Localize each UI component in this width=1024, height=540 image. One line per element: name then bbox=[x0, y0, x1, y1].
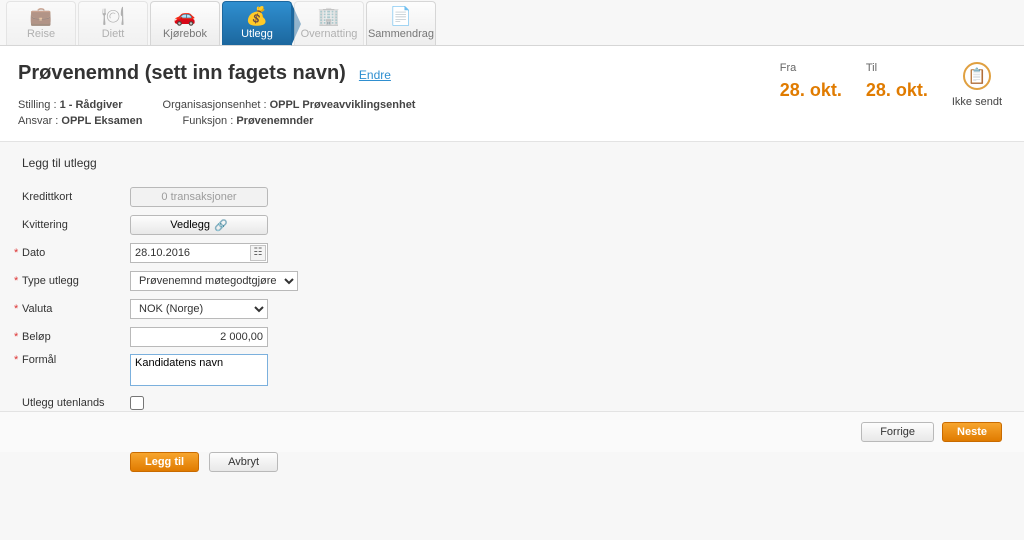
date-input[interactable] bbox=[130, 243, 268, 263]
car-icon: 🚗 bbox=[151, 6, 219, 26]
transactions-button[interactable]: 0 transaksjoner bbox=[130, 187, 268, 207]
date-to: Til 28. okt. bbox=[866, 62, 928, 101]
abroad-checkbox[interactable] bbox=[130, 396, 144, 410]
header: Prøvenemnd (sett inn fagets navn) Endre … bbox=[0, 46, 1024, 142]
meal-icon: 🍽 bbox=[79, 6, 147, 26]
cancel-button[interactable]: Avbryt bbox=[209, 452, 278, 472]
date-to-value: 28. okt. bbox=[866, 80, 928, 101]
formal-label: Formål bbox=[22, 354, 130, 366]
page-title: Prøvenemnd (sett inn fagets navn) bbox=[18, 62, 346, 85]
utenlands-label: Utlegg utenlands bbox=[22, 397, 130, 409]
kredittkort-label: Kredittkort bbox=[22, 191, 130, 203]
tab-reise[interactable]: 💼 Reise bbox=[6, 1, 76, 45]
date-from-label: Fra bbox=[780, 62, 842, 74]
footer: Forrige Neste bbox=[0, 411, 1024, 452]
suitcase-icon: 💼 bbox=[7, 6, 75, 26]
org-value: OPPL Prøveavviklingsenhet bbox=[270, 99, 416, 111]
tab-utlegg[interactable]: 💰 Utlegg bbox=[222, 1, 292, 45]
tab-overnatting[interactable]: 🏢 Overnatting bbox=[294, 1, 364, 45]
type-label: Type utlegg bbox=[22, 275, 130, 287]
belop-label: Beløp bbox=[22, 331, 130, 343]
tab-label: Reise bbox=[7, 28, 75, 40]
valuta-label: Valuta bbox=[22, 303, 130, 315]
funksjon-value: Prøvenemnder bbox=[236, 115, 313, 127]
type-select[interactable]: Prøvenemnd møtegodtgjørelse bbox=[130, 271, 298, 291]
amount-input[interactable] bbox=[130, 327, 268, 347]
date-from-value: 28. okt. bbox=[780, 80, 842, 101]
currency-select[interactable]: NOK (Norge) bbox=[130, 299, 268, 319]
meta-block: Stilling : 1 - Rådgiver Organisasjonsenh… bbox=[18, 99, 415, 127]
status-text: Ikke sendt bbox=[952, 96, 1002, 108]
calendar-icon[interactable]: ☷ bbox=[250, 245, 266, 261]
tab-label: Diett bbox=[79, 28, 147, 40]
edit-link[interactable]: Endre bbox=[359, 68, 391, 82]
section-title: Legg til utlegg bbox=[22, 156, 1004, 170]
tab-kjorebok[interactable]: 🚗 Kjørebok bbox=[150, 1, 220, 45]
prev-button[interactable]: Forrige bbox=[861, 422, 934, 442]
tab-label: Overnatting bbox=[295, 28, 363, 40]
document-icon: 📄 bbox=[367, 6, 435, 26]
tab-label: Utlegg bbox=[223, 28, 291, 40]
add-button[interactable]: Legg til bbox=[130, 452, 199, 472]
tab-sammendrag[interactable]: 📄 Sammendrag bbox=[366, 1, 436, 45]
kvittering-label: Kvittering bbox=[22, 219, 130, 231]
stilling-label: Stilling : bbox=[18, 99, 60, 111]
stilling-value: 1 - Rådgiver bbox=[60, 99, 123, 111]
next-button[interactable]: Neste bbox=[942, 422, 1002, 442]
top-tabs: 💼 Reise 🍽 Diett 🚗 Kjørebok 💰 Utlegg 🏢 Ov… bbox=[0, 0, 1024, 46]
ansvar-label: Ansvar : bbox=[18, 115, 61, 127]
status-icon: 📋 bbox=[963, 62, 991, 90]
attachment-button[interactable]: Vedlegg 🔗 bbox=[130, 215, 268, 235]
funksjon-label: Funksjon : bbox=[183, 115, 237, 127]
date-to-label: Til bbox=[866, 62, 928, 74]
date-from: Fra 28. okt. bbox=[780, 62, 842, 101]
ansvar-value: OPPL Eksamen bbox=[61, 115, 142, 127]
tab-label: Sammendrag bbox=[367, 28, 435, 40]
status: 📋 Ikke sendt bbox=[952, 62, 1002, 108]
building-icon: 🏢 bbox=[295, 6, 363, 26]
money-bag-icon: 💰 bbox=[223, 6, 291, 26]
dato-label: Dato bbox=[22, 247, 130, 259]
tab-diett[interactable]: 🍽 Diett bbox=[78, 1, 148, 45]
attachment-button-label: Vedlegg bbox=[170, 219, 210, 231]
org-label: Organisasjonsenhet : bbox=[163, 99, 270, 111]
link-icon: 🔗 bbox=[214, 219, 228, 232]
purpose-input[interactable] bbox=[130, 354, 268, 386]
tab-label: Kjørebok bbox=[151, 28, 219, 40]
